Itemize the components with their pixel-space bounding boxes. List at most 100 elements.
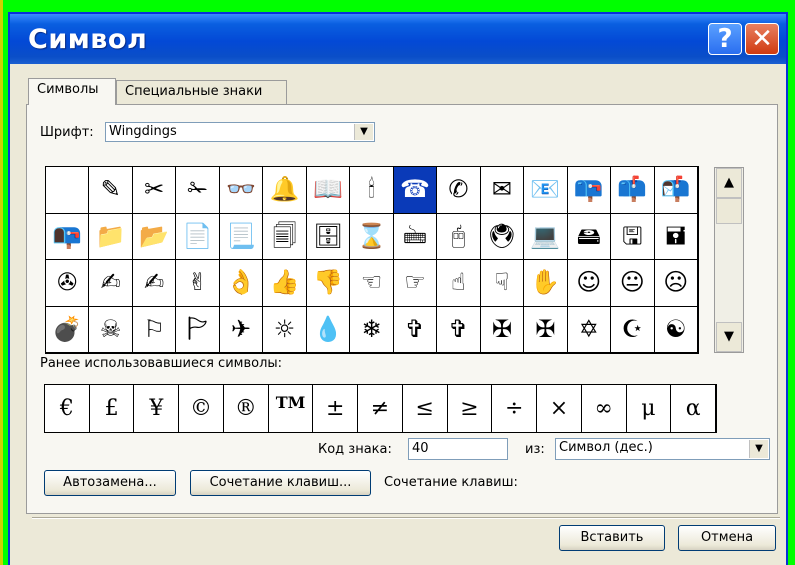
recent-symbol-cell[interactable]: × xyxy=(537,385,582,432)
symbol-cell[interactable]: 📧 xyxy=(524,167,568,214)
symbol-cell[interactable]: 🗐 xyxy=(263,213,307,260)
symbol-cell[interactable]: ☹ xyxy=(654,260,698,307)
symbol-cell[interactable]: 📂 xyxy=(132,213,177,260)
symbol-cell[interactable]: 😐 xyxy=(611,260,655,307)
help-button[interactable]: ? xyxy=(708,23,742,55)
symbol-cell[interactable]: 👍 xyxy=(263,260,307,307)
recent-symbol-cell[interactable]: ∞ xyxy=(582,385,627,432)
title-bar[interactable]: Символ ? ✕ xyxy=(10,14,786,64)
recent-symbol-cell[interactable]: ≥ xyxy=(448,385,493,432)
symbol-cell[interactable] xyxy=(46,167,90,214)
symbol-cell[interactable]: ✠ xyxy=(480,306,525,353)
scroll-up-button[interactable]: ▲ xyxy=(716,168,742,198)
char-code-label: Код знака: xyxy=(318,442,392,457)
symbol-cell[interactable]: ✆ xyxy=(437,167,481,214)
separator xyxy=(32,517,780,519)
symbol-cell[interactable]: ✈ xyxy=(219,306,264,353)
symbol-cell[interactable]: ⚐ xyxy=(132,306,177,353)
symbol-cell[interactable]: ✠ xyxy=(524,306,568,353)
code-base-value: Символ (дес.) xyxy=(559,440,653,455)
symbol-grid[interactable]: ✎ ✂ ✁ 👓 🔔 📖 🕯 ☎ ✆ ✉ 📧 📪 📫 📬 📭 📁 📂 📄 📃 🗐 🗄 ⌛ 🖮 🖰 🖲 💻 🖴 🖫 🖬 ✇ ✍ ✍ ✌ 👌 👍 👎 ☜ ☞ ☝ ☟… xyxy=(45,166,699,354)
symbol-cell[interactable]: ✋ xyxy=(524,260,568,307)
symbol-cell[interactable]: 📬 xyxy=(654,167,698,214)
symbol-cell[interactable]: 📪 xyxy=(567,167,612,214)
symbol-cell[interactable]: ✁ xyxy=(176,167,220,214)
symbol-cell[interactable]: 📄 xyxy=(176,213,220,260)
symbol-cell[interactable]: ☪ xyxy=(611,306,655,353)
chevron-down-icon[interactable]: ▼ xyxy=(354,124,373,140)
recent-symbol-cell[interactable]: μ xyxy=(627,385,672,432)
symbol-cell[interactable]: 🏱 xyxy=(176,306,220,353)
recent-symbol-cell[interactable]: £ xyxy=(90,385,135,432)
recent-symbol-cell[interactable]: ± xyxy=(313,385,359,432)
symbol-cell[interactable]: 📭 xyxy=(46,213,90,260)
symbol-cell[interactable]: 🖮 xyxy=(393,213,438,260)
symbol-cell[interactable]: 👓 xyxy=(219,167,264,214)
symbol-cell[interactable]: ✌ xyxy=(176,260,220,307)
symbol-grid-scrollbar[interactable]: ▲ ▼ xyxy=(714,167,744,353)
close-button[interactable]: ✕ xyxy=(745,23,779,55)
symbol-cell[interactable]: ✍ xyxy=(89,260,133,307)
symbol-cell[interactable]: 💻 xyxy=(524,213,568,260)
recent-symbol-cell[interactable]: © xyxy=(179,385,224,432)
recent-symbol-cell[interactable]: ≠ xyxy=(358,385,403,432)
symbol-cell[interactable]: 👌 xyxy=(219,260,264,307)
symbol-cell[interactable]: 🖲 xyxy=(480,213,525,260)
chevron-down-icon[interactable]: ▼ xyxy=(749,440,768,458)
recent-symbol-cell[interactable]: ® xyxy=(224,385,269,432)
symbol-cell[interactable]: ☜ xyxy=(350,260,394,307)
symbol-cell[interactable]: 🖫 xyxy=(611,213,655,260)
symbol-cell[interactable]: ✞ xyxy=(437,306,481,353)
symbol-dialog: Символ ? ✕ Символы Специальные знаки Шри… xyxy=(8,12,788,565)
symbol-cell[interactable]: ❄ xyxy=(350,306,394,353)
shortcut-key-label: Сочетание клавиш: xyxy=(384,475,518,490)
recent-symbol-cell[interactable]: ≤ xyxy=(403,385,448,432)
cancel-button[interactable]: Отмена xyxy=(678,525,776,551)
symbol-cell[interactable]: ✡ xyxy=(567,306,612,353)
recent-symbol-cell[interactable]: ¥ xyxy=(134,385,180,432)
symbol-cell[interactable]: 🖴 xyxy=(567,213,612,260)
tab-special-characters[interactable]: Специальные знаки xyxy=(116,80,287,104)
symbol-cell[interactable]: ✞ xyxy=(393,306,438,353)
symbol-cell[interactable]: ✎ xyxy=(89,167,133,214)
symbol-cell[interactable]: 🖬 xyxy=(654,213,698,260)
symbol-cell[interactable]: ☼ xyxy=(263,306,307,353)
symbol-cell[interactable]: ☝ xyxy=(437,260,481,307)
symbol-cell[interactable]: ☺ xyxy=(567,260,612,307)
symbol-cell[interactable]: 🔔 xyxy=(263,167,307,214)
symbol-cell[interactable]: 📃 xyxy=(219,213,264,260)
symbol-cell[interactable]: ☞ xyxy=(393,260,438,307)
recent-symbol-cell[interactable]: TM xyxy=(269,385,314,432)
symbol-cell[interactable]: ✍ xyxy=(132,260,177,307)
recent-symbol-cell[interactable]: € xyxy=(45,385,90,432)
symbol-cell[interactable]: 📖 xyxy=(306,167,351,214)
tab-symbols[interactable]: Символы xyxy=(28,78,116,105)
scroll-down-button[interactable]: ▼ xyxy=(716,322,742,352)
symbol-cell[interactable]: 📁 xyxy=(89,213,133,260)
font-select[interactable]: Wingdings ▼ xyxy=(105,122,375,142)
recent-symbol-cell[interactable]: α xyxy=(671,385,716,432)
symbol-cell[interactable]: 💧 xyxy=(306,306,351,353)
recent-symbols-list[interactable]: € £ ¥ © ® TM ± ≠ ≤ ≥ ÷ × ∞ μ α xyxy=(44,384,717,433)
symbol-cell[interactable]: ✉ xyxy=(480,167,525,214)
symbol-cell[interactable]: ✂ xyxy=(132,167,177,214)
scrollbar-thumb[interactable] xyxy=(716,198,742,224)
symbol-cell[interactable]: 👎 xyxy=(306,260,351,307)
symbol-cell[interactable]: ☎ xyxy=(393,167,438,214)
symbol-cell[interactable]: ☠ xyxy=(89,306,133,353)
recent-symbol-cell[interactable]: ÷ xyxy=(492,385,538,432)
symbol-cell[interactable]: 📫 xyxy=(611,167,655,214)
code-base-select[interactable]: Символ (дес.) ▼ xyxy=(555,438,770,460)
symbol-cell[interactable]: 🗄 xyxy=(306,213,351,260)
char-code-input[interactable]: 40 xyxy=(408,438,508,460)
symbol-cell[interactable]: 🕯 xyxy=(350,167,394,214)
autocorrect-button[interactable]: Автозамена... xyxy=(44,470,176,496)
symbol-cell[interactable]: ☟ xyxy=(480,260,525,307)
shortcut-key-button[interactable]: Сочетание клавиш... xyxy=(190,470,371,496)
symbol-cell[interactable]: ✇ xyxy=(46,260,90,307)
symbol-cell[interactable]: ⌛ xyxy=(350,213,394,260)
symbol-cell[interactable]: ☯ xyxy=(654,306,698,353)
insert-button[interactable]: Вставить xyxy=(559,525,665,551)
symbol-cell[interactable]: 🖰 xyxy=(437,213,481,260)
symbol-cell[interactable]: 💣 xyxy=(46,306,90,353)
